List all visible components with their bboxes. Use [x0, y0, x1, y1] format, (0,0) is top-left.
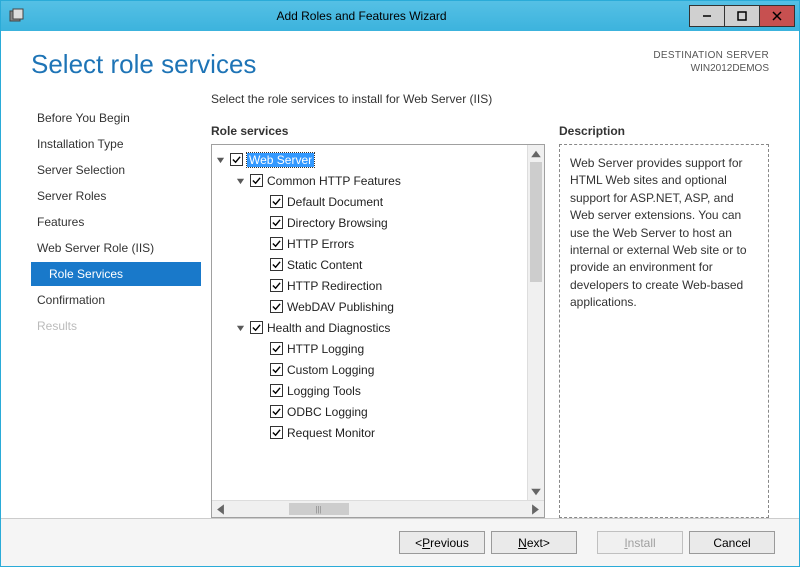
- tree-checkbox[interactable]: [270, 384, 283, 397]
- app-icon: [9, 8, 25, 24]
- sidebar-item: Results: [31, 314, 201, 338]
- sidebar-item[interactable]: Server Selection: [31, 158, 201, 182]
- scroll-thumb-h[interactable]: |||: [289, 503, 349, 515]
- scroll-left-button[interactable]: [212, 501, 229, 517]
- tree-row[interactable]: HTTP Errors: [214, 233, 525, 254]
- previous-button[interactable]: < Previous: [399, 531, 485, 554]
- minimize-button[interactable]: [689, 5, 725, 27]
- tree-checkbox[interactable]: [270, 258, 283, 271]
- tree-checkbox[interactable]: [270, 279, 283, 292]
- tree-checkbox[interactable]: [270, 300, 283, 313]
- tree-checkbox[interactable]: [270, 216, 283, 229]
- tree-toggle-icon[interactable]: [214, 154, 226, 166]
- next-button[interactable]: Next >: [491, 531, 577, 554]
- tree-checkbox[interactable]: [270, 237, 283, 250]
- close-button[interactable]: [759, 5, 795, 27]
- sidebar-item[interactable]: Role Services: [31, 262, 201, 286]
- sidebar-item[interactable]: Server Roles: [31, 184, 201, 208]
- horizontal-scrollbar[interactable]: |||: [212, 500, 544, 517]
- footer: < Previous Next > Install Cancel: [1, 518, 799, 566]
- tree-toggle-icon[interactable]: [234, 322, 246, 334]
- scroll-up-button[interactable]: [528, 145, 544, 162]
- tree-row[interactable]: Request Monitor: [214, 422, 525, 443]
- scroll-thumb-v[interactable]: [530, 162, 542, 282]
- tree-label[interactable]: Logging Tools: [287, 384, 361, 398]
- tree-label[interactable]: HTTP Errors: [287, 237, 354, 251]
- tree-label[interactable]: ODBC Logging: [287, 405, 368, 419]
- role-services-tree: Web Server Common HTTP Features Default Do…: [211, 144, 545, 518]
- content-area: Select role services DESTINATION SERVER …: [1, 31, 799, 566]
- tree-row[interactable]: Custom Logging: [214, 359, 525, 380]
- tree-toggle-icon[interactable]: [234, 175, 246, 187]
- wizard-window: Add Roles and Features Wizard Select rol…: [0, 0, 800, 567]
- tree-label[interactable]: Request Monitor: [287, 426, 375, 440]
- scroll-right-button[interactable]: [527, 501, 544, 517]
- tree-checkbox[interactable]: [270, 426, 283, 439]
- tree-label[interactable]: Default Document: [287, 195, 383, 209]
- scroll-track-v[interactable]: [528, 162, 544, 483]
- tree-row[interactable]: Common HTTP Features: [214, 170, 525, 191]
- scroll-down-button[interactable]: [528, 483, 544, 500]
- tree-row[interactable]: Directory Browsing: [214, 212, 525, 233]
- tree-label[interactable]: Web Server: [247, 153, 314, 167]
- description-box: Web Server provides support for HTML Web…: [559, 144, 769, 518]
- tree-checkbox[interactable]: [270, 363, 283, 376]
- instruction-text: Select the role services to install for …: [211, 92, 769, 106]
- vertical-scrollbar[interactable]: [527, 145, 544, 500]
- install-label: nstall: [628, 536, 656, 550]
- tree-label[interactable]: Health and Diagnostics: [267, 321, 390, 335]
- tree-label[interactable]: Common HTTP Features: [267, 174, 401, 188]
- tree-label[interactable]: WebDAV Publishing: [287, 300, 394, 314]
- description-label: Description: [559, 124, 769, 138]
- tree-label[interactable]: HTTP Logging: [287, 342, 364, 356]
- window-title: Add Roles and Features Wizard: [33, 9, 690, 23]
- tree-checkbox[interactable]: [270, 195, 283, 208]
- tree-body[interactable]: Web Server Common HTTP Features Default Do…: [212, 145, 527, 500]
- tree-row[interactable]: ODBC Logging: [214, 401, 525, 422]
- previous-label: revious: [430, 536, 469, 550]
- tree-label[interactable]: HTTP Redirection: [287, 279, 382, 293]
- role-services-label: Role services: [211, 124, 545, 138]
- tree-label[interactable]: Static Content: [287, 258, 362, 272]
- sidebar-item[interactable]: Confirmation: [31, 288, 201, 312]
- destination-block: DESTINATION SERVER WIN2012DEMOS: [653, 49, 769, 75]
- tree-label[interactable]: Custom Logging: [287, 363, 374, 377]
- tree-checkbox[interactable]: [270, 405, 283, 418]
- tree-row[interactable]: Default Document: [214, 191, 525, 212]
- destination-label: DESTINATION SERVER: [653, 49, 769, 62]
- sidebar-item[interactable]: Web Server Role (IIS): [31, 236, 201, 260]
- tree-row[interactable]: WebDAV Publishing: [214, 296, 525, 317]
- page-title: Select role services: [31, 49, 256, 80]
- destination-value: WIN2012DEMOS: [653, 62, 769, 75]
- main-panel: Select the role services to install for …: [201, 92, 769, 518]
- cancel-button[interactable]: Cancel: [689, 531, 775, 554]
- tree-row[interactable]: Health and Diagnostics: [214, 317, 525, 338]
- maximize-button[interactable]: [724, 5, 760, 27]
- tree-row[interactable]: Web Server: [214, 149, 525, 170]
- sidebar-item[interactable]: Installation Type: [31, 132, 201, 156]
- sidebar: Before You BeginInstallation TypeServer …: [31, 92, 201, 518]
- next-label: ext: [527, 536, 543, 550]
- titlebar[interactable]: Add Roles and Features Wizard: [1, 1, 799, 31]
- tree-row[interactable]: HTTP Logging: [214, 338, 525, 359]
- scroll-track-h[interactable]: |||: [229, 501, 527, 517]
- tree-checkbox[interactable]: [250, 174, 263, 187]
- window-controls: [690, 5, 795, 27]
- sidebar-item[interactable]: Before You Begin: [31, 106, 201, 130]
- tree-checkbox[interactable]: [270, 342, 283, 355]
- tree-label[interactable]: Directory Browsing: [287, 216, 388, 230]
- tree-row[interactable]: Static Content: [214, 254, 525, 275]
- tree-checkbox[interactable]: [230, 153, 243, 166]
- tree-row[interactable]: Logging Tools: [214, 380, 525, 401]
- sidebar-item[interactable]: Features: [31, 210, 201, 234]
- install-button: Install: [597, 531, 683, 554]
- tree-row[interactable]: HTTP Redirection: [214, 275, 525, 296]
- tree-checkbox[interactable]: [250, 321, 263, 334]
